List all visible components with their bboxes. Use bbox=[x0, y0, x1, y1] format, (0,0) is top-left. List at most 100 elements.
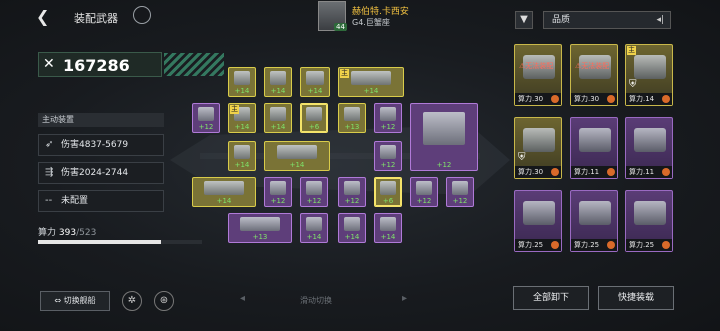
equipment-slot[interactable]: +14 bbox=[192, 177, 256, 207]
rarity-dot-icon bbox=[607, 241, 615, 249]
equipment-slot[interactable]: 主 +14 bbox=[228, 103, 256, 133]
equipment-slot[interactable]: 主 +14 bbox=[338, 67, 404, 97]
weapon-icon bbox=[197, 107, 215, 122]
weapon-icon bbox=[350, 71, 392, 86]
slot-level: +12 bbox=[416, 197, 432, 205]
equipment-slot[interactable]: +14 bbox=[264, 67, 292, 97]
inventory-item[interactable]: ⚠无法装配 算力.30 bbox=[570, 44, 618, 106]
slot-level: +14 bbox=[234, 161, 250, 169]
slot-level: +12 bbox=[436, 161, 452, 169]
compute-readout: 算力 393/523 bbox=[38, 225, 96, 238]
power-stripe-decoration bbox=[164, 53, 224, 76]
inventory-item[interactable]: 算力.11 bbox=[570, 117, 618, 179]
rarity-dot-icon bbox=[662, 95, 670, 103]
rarity-dot-icon bbox=[607, 95, 615, 103]
shield-icon: ⛨ bbox=[629, 79, 637, 90]
weapon-icon bbox=[204, 181, 244, 196]
empty-slot-text: 未配置 bbox=[61, 196, 89, 206]
slot-level: +12 bbox=[198, 123, 214, 131]
inventory-item[interactable]: 主 ⛨ 算力.14 bbox=[625, 44, 673, 106]
inventory-item[interactable]: 算力.25 bbox=[625, 190, 673, 252]
rarity-dot-icon bbox=[551, 241, 559, 249]
ship-type-icon[interactable]: ✲ bbox=[122, 291, 142, 311]
weapon-icon bbox=[379, 181, 397, 196]
equipment-slot[interactable]: +13 bbox=[338, 103, 366, 133]
power-display: ✕ 167286 bbox=[38, 52, 224, 77]
main-tag: 主 bbox=[627, 46, 636, 55]
weapon-icon bbox=[269, 71, 287, 86]
item-compute: 算力.11 bbox=[626, 166, 672, 178]
equipment-slot[interactable]: +6 bbox=[300, 103, 328, 133]
active-equipment-row[interactable]: ➶ 伤害4837-5679 bbox=[38, 134, 164, 156]
weapon-icon bbox=[305, 107, 323, 122]
weapon-icon bbox=[233, 145, 251, 160]
item-compute: 算力.25 bbox=[626, 239, 672, 251]
weapon-icon bbox=[451, 181, 469, 196]
slot-level: +14 bbox=[307, 87, 323, 95]
weapon-icon bbox=[523, 128, 555, 152]
switch-ship-button[interactable]: ⇔ 切换舰船 bbox=[40, 291, 110, 311]
equipment-slot[interactable]: +12 bbox=[192, 103, 220, 133]
weapon-icon bbox=[415, 181, 433, 196]
multi-missile-icon: ⇶ bbox=[45, 167, 54, 178]
cannot-equip-warning: ⚠无法装配 bbox=[519, 62, 554, 70]
main-tag: 主 bbox=[340, 69, 349, 78]
item-compute: 算力.25 bbox=[515, 239, 561, 251]
swipe-right-icon[interactable]: ▸ bbox=[402, 293, 407, 304]
equipment-slot[interactable]: +12 bbox=[374, 141, 402, 171]
equipment-slot[interactable]: +12 bbox=[300, 177, 328, 207]
item-compute: 算力.30 bbox=[571, 93, 617, 105]
inventory-item[interactable]: ⚠无法装配 算力.30 bbox=[514, 44, 562, 106]
quick-equip-button[interactable]: 快捷装载 bbox=[598, 286, 674, 310]
equipment-slot[interactable]: +14 bbox=[228, 141, 256, 171]
item-compute: 算力.30 bbox=[515, 166, 561, 178]
equipment-slot[interactable]: +14 bbox=[374, 213, 402, 243]
equipment-slot[interactable]: +6 bbox=[374, 177, 402, 207]
slot-level: +14 bbox=[234, 123, 250, 131]
weapon-icon bbox=[422, 111, 466, 145]
crossed-swords-icon: ✕ bbox=[43, 56, 55, 72]
filter-icon[interactable]: ▼ bbox=[515, 11, 533, 29]
quality-dropdown[interactable]: 品质 ◂| bbox=[543, 11, 671, 29]
compute-current: 393 bbox=[58, 228, 77, 238]
equipment-slot[interactable]: +12 bbox=[264, 177, 292, 207]
active-equipment-row[interactable]: -- 未配置 bbox=[38, 190, 164, 212]
equipment-slot[interactable]: +14 bbox=[264, 103, 292, 133]
swipe-left-icon[interactable]: ◂ bbox=[240, 293, 245, 304]
edit-icon[interactable] bbox=[133, 6, 151, 24]
unload-all-button[interactable]: 全部卸下 bbox=[513, 286, 589, 310]
sort-icon[interactable]: ◂| bbox=[656, 12, 664, 28]
fleet-icon[interactable]: ⊛ bbox=[154, 291, 174, 311]
equipment-slot[interactable]: +14 bbox=[264, 141, 330, 171]
slot-level: +6 bbox=[382, 197, 394, 205]
inventory-item[interactable]: 算力.25 bbox=[514, 190, 562, 252]
equipment-slot[interactable]: +12 bbox=[374, 103, 402, 133]
equipment-slot[interactable]: +14 bbox=[300, 213, 328, 243]
compute-bar bbox=[38, 240, 202, 244]
equipment-slot[interactable]: +12 bbox=[410, 177, 438, 207]
equipment-slot[interactable]: +14 bbox=[228, 67, 256, 97]
equipment-slot[interactable]: +14 bbox=[300, 67, 330, 97]
weapon-icon bbox=[343, 107, 361, 122]
slot-level: +12 bbox=[452, 197, 468, 205]
slot-level: +13 bbox=[252, 233, 268, 241]
compute-bar-fill bbox=[38, 240, 162, 244]
equipment-slot[interactable]: +13 bbox=[228, 213, 292, 243]
active-equipment-row[interactable]: ⇶ 伤害2024-2744 bbox=[38, 162, 164, 184]
weapon-icon bbox=[379, 107, 397, 122]
back-arrow-icon[interactable]: ❮ bbox=[36, 8, 54, 26]
slot-level: +14 bbox=[270, 123, 286, 131]
inventory-item[interactable]: 算力.25 bbox=[570, 190, 618, 252]
main-tag: 主 bbox=[230, 105, 239, 114]
slot-level: +14 bbox=[216, 197, 232, 205]
weapon-icon bbox=[379, 145, 397, 160]
equipment-slot[interactable]: +12 bbox=[338, 177, 366, 207]
inventory-item[interactable]: ⛨ 算力.30 bbox=[514, 117, 562, 179]
equipment-slot[interactable]: +12 bbox=[410, 103, 478, 171]
weapon-icon bbox=[343, 217, 361, 232]
equipment-slot[interactable]: +14 bbox=[338, 213, 366, 243]
item-compute: 算力.14 bbox=[626, 93, 672, 105]
equipment-slot[interactable]: +12 bbox=[446, 177, 474, 207]
inventory-item[interactable]: 算力.11 bbox=[625, 117, 673, 179]
rarity-dot-icon bbox=[551, 168, 559, 176]
